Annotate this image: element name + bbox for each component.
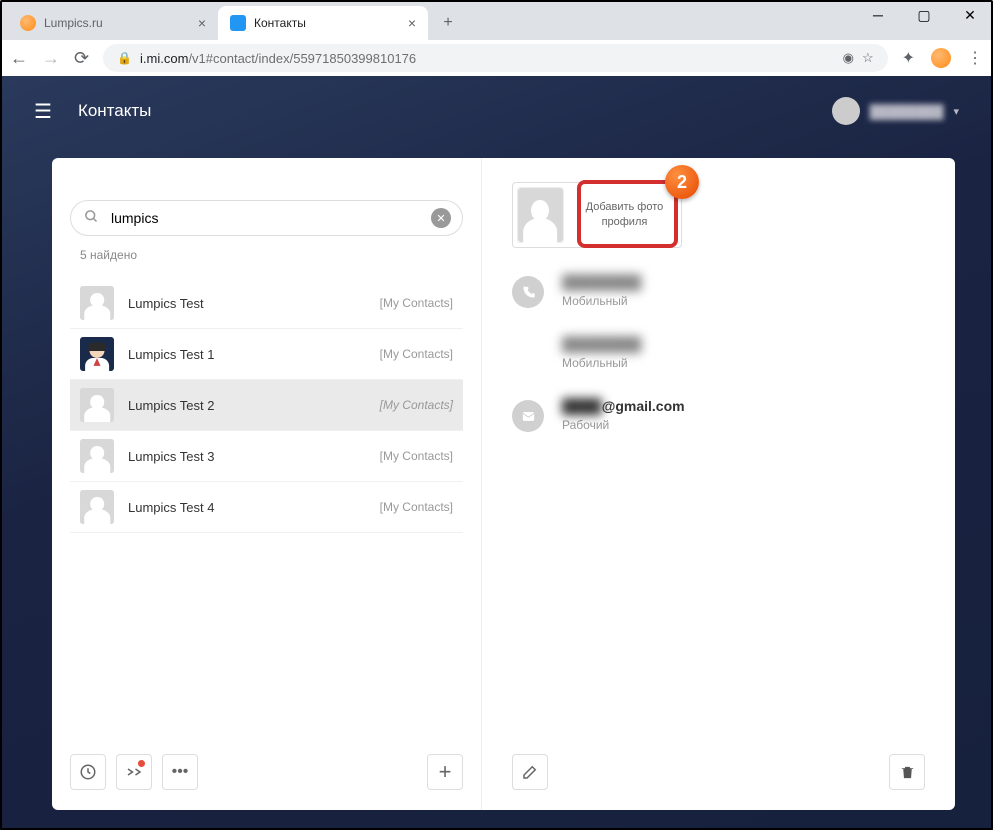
email-value: ████@gmail.com xyxy=(562,398,685,414)
avatar-icon xyxy=(80,388,114,422)
search-input[interactable] xyxy=(70,200,463,236)
avatar-icon xyxy=(832,97,860,125)
clear-search-button[interactable]: ✕ xyxy=(431,208,451,228)
phone-row: ████████ Мобильный xyxy=(512,336,925,370)
phone-label: Мобильный xyxy=(562,356,641,370)
contact-name: Lumpics Test 3 xyxy=(128,449,214,464)
page-title: Контакты xyxy=(78,101,151,121)
search-icon xyxy=(84,209,99,228)
profile-avatar-icon[interactable] xyxy=(931,48,951,68)
list-footer: ••• + xyxy=(70,754,463,790)
back-button[interactable]: ← xyxy=(10,48,28,69)
contact-name: Lumpics Test 4 xyxy=(128,500,214,515)
add-contact-button[interactable]: + xyxy=(427,754,463,790)
search-wrap: ✕ xyxy=(70,200,463,236)
contact-name: Lumpics Test 1 xyxy=(128,347,214,362)
merge-button[interactable] xyxy=(116,754,152,790)
email-label: Рабочий xyxy=(562,418,685,432)
email-row: ████@gmail.com Рабочий xyxy=(512,398,925,432)
profile-photo-box[interactable]: Добавить фото профиля 2 xyxy=(512,182,682,248)
delete-button[interactable] xyxy=(889,754,925,790)
contact-name: Lumpics Test 2 xyxy=(128,398,214,413)
phone-icon xyxy=(512,276,544,308)
menu-icon[interactable]: ⋮ xyxy=(967,48,983,68)
contact-row[interactable]: Lumpics Test [My Contacts] xyxy=(70,278,463,329)
history-button[interactable] xyxy=(70,754,106,790)
browser-tab-contacts[interactable]: Контакты × xyxy=(218,6,428,40)
chevron-down-icon: ▾ xyxy=(953,105,959,118)
lock-icon: 🔒 xyxy=(117,51,132,65)
favicon-icon xyxy=(230,15,246,31)
contact-tag: [My Contacts] xyxy=(380,398,453,412)
tab-title: Контакты xyxy=(254,16,306,30)
favicon-icon xyxy=(20,15,36,31)
avatar-icon xyxy=(80,337,114,371)
email-icon xyxy=(512,400,544,432)
bookmark-icon[interactable]: ☆ xyxy=(862,50,874,66)
contact-details: ████████ Мобильный ████████ Мобильный xyxy=(512,274,925,460)
contact-row[interactable]: Lumpics Test 1 [My Contacts] xyxy=(70,329,463,380)
phone-row: ████████ Мобильный xyxy=(512,274,925,308)
avatar-icon xyxy=(80,439,114,473)
window-titlebar: Lumpics.ru × Контакты × + ─ ▢ ✕ xyxy=(0,0,993,40)
notification-dot-icon xyxy=(138,760,145,767)
edit-button[interactable] xyxy=(512,754,548,790)
url-domain: i.mi.com xyxy=(140,51,188,66)
reload-button[interactable]: ⟳ xyxy=(74,48,89,69)
avatar-icon xyxy=(80,286,114,320)
contact-tag: [My Contacts] xyxy=(380,500,453,514)
forward-button[interactable]: → xyxy=(42,48,60,69)
menu-icon[interactable]: ☰ xyxy=(34,99,52,124)
contact-row[interactable]: Lumpics Test 3 [My Contacts] xyxy=(70,431,463,482)
minimize-button[interactable]: ─ xyxy=(855,0,901,30)
app-header: ☰ Контакты ████████ ▾ xyxy=(0,76,993,146)
phone-value: ████████ xyxy=(562,336,641,352)
avatar-icon xyxy=(80,490,114,524)
phone-label: Мобильный xyxy=(562,294,641,308)
window-close-button[interactable]: ✕ xyxy=(947,0,993,30)
window-controls: ─ ▢ ✕ xyxy=(855,0,993,30)
detail-footer xyxy=(512,754,925,790)
contact-list: Lumpics Test [My Contacts] Lumpics Test … xyxy=(70,278,463,533)
maximize-button[interactable]: ▢ xyxy=(901,0,947,30)
close-icon[interactable]: × xyxy=(408,15,416,31)
more-button[interactable]: ••• xyxy=(162,754,198,790)
contact-tag: [My Contacts] xyxy=(380,449,453,463)
user-menu[interactable]: ████████ ▾ xyxy=(832,97,959,125)
contact-name: Lumpics Test xyxy=(128,296,204,311)
blank-icon xyxy=(512,338,544,370)
app-viewport: ☰ Контакты ████████ ▾ ✕ 5 найдено Lumpic… xyxy=(0,76,993,830)
contact-list-pane: ✕ 5 найдено Lumpics Test [My Contacts] L… xyxy=(52,158,482,810)
user-name: ████████ xyxy=(870,104,944,119)
media-icon[interactable]: ◉ xyxy=(843,50,854,66)
close-icon[interactable]: × xyxy=(198,15,206,31)
tab-title: Lumpics.ru xyxy=(44,16,103,30)
url-path: /v1#contact/index/55971850399810176 xyxy=(188,51,416,66)
annotation-badge: 2 xyxy=(665,165,699,199)
contact-row[interactable]: Lumpics Test 4 [My Contacts] xyxy=(70,482,463,533)
address-bar: ← → ⟳ 🔒 i.mi.com/v1#contact/index/559718… xyxy=(0,40,993,76)
main-panel: ✕ 5 найдено Lumpics Test [My Contacts] L… xyxy=(52,158,955,810)
contact-tag: [My Contacts] xyxy=(380,296,453,310)
contact-row[interactable]: Lumpics Test 2 [My Contacts] xyxy=(70,380,463,431)
new-tab-button[interactable]: + xyxy=(434,9,462,37)
contact-detail-pane: Добавить фото профиля 2 ████████ Мобильн… xyxy=(482,158,955,810)
avatar-icon xyxy=(517,187,564,243)
results-count: 5 найдено xyxy=(80,248,463,262)
extensions-icon[interactable]: ✦ xyxy=(902,48,915,68)
add-photo-label: Добавить фото профиля xyxy=(572,200,677,230)
browser-tabs: Lumpics.ru × Контакты × + xyxy=(8,6,855,40)
phone-value: ████████ xyxy=(562,274,641,290)
url-input[interactable]: 🔒 i.mi.com/v1#contact/index/559718503998… xyxy=(103,44,888,72)
extension-icons: ✦ ⋮ xyxy=(902,48,983,68)
contact-tag: [My Contacts] xyxy=(380,347,453,361)
browser-tab-lumpics[interactable]: Lumpics.ru × xyxy=(8,6,218,40)
